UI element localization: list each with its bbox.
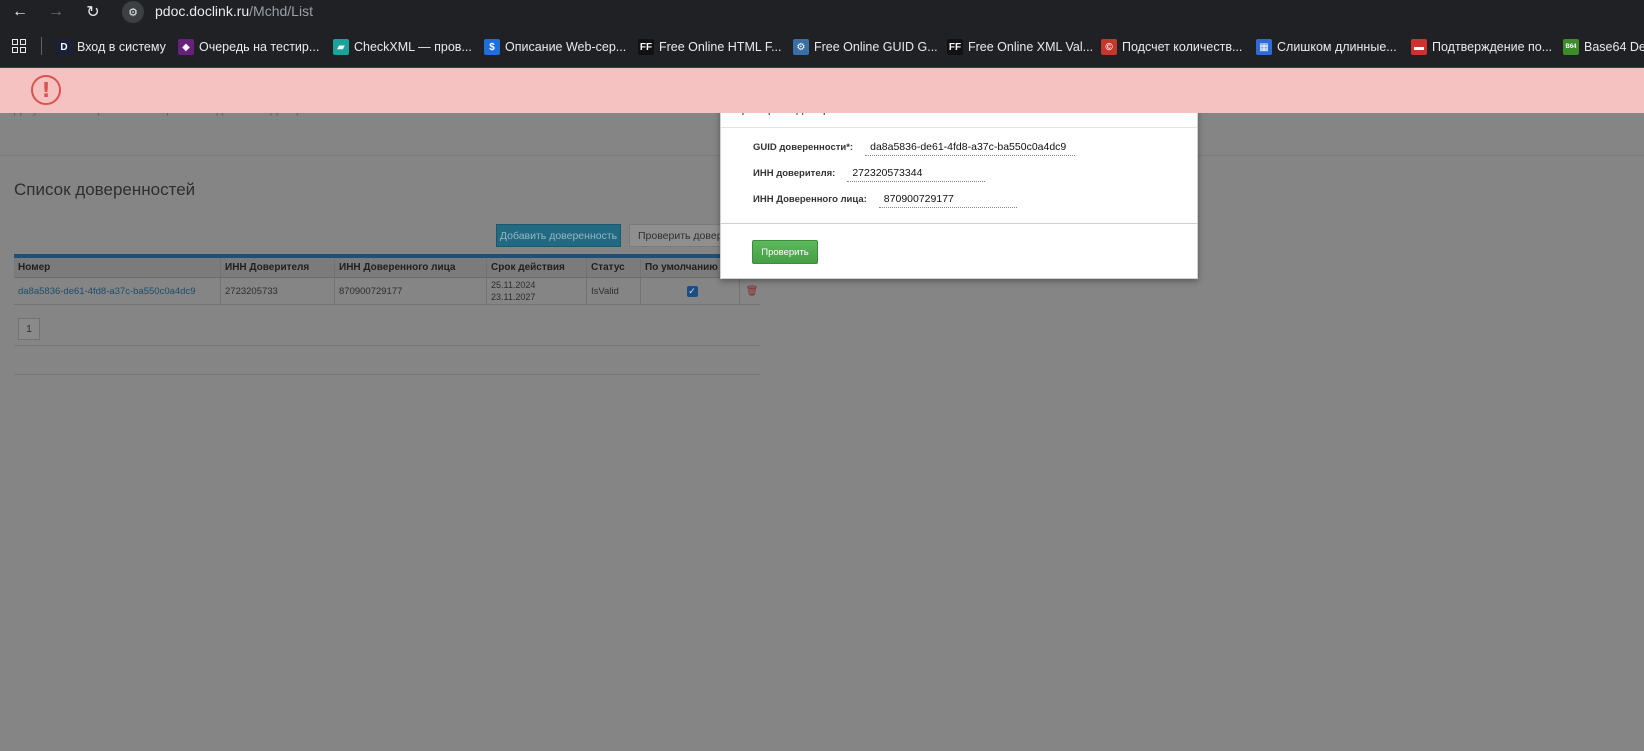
forward-arrow-icon[interactable]: → — [46, 2, 66, 22]
proxies-table: Номер ИНН Доверителя ИНН Доверенного лиц… — [14, 254, 760, 305]
bookmark-favicon-icon: © — [1101, 39, 1117, 55]
bookmark-item[interactable]: FF Free Online HTML F... — [638, 37, 782, 57]
bookmark-favicon-icon: ◆ — [178, 39, 194, 55]
cell-status: IsValid — [587, 278, 641, 304]
bookmark-label: Очередь на тестир... — [199, 40, 320, 54]
modal-header-divider — [721, 127, 1197, 128]
browser-address-bar: ← → ↻ ⚙ pdoc.doclink.ru/Mchd/List — [0, 0, 1644, 24]
divider — [14, 374, 760, 375]
table-row: da8a5836-de61-4fd8-a37c-ba550c0a4dc9 272… — [14, 278, 760, 305]
date-to: 23.11.2027 — [491, 292, 536, 302]
bookmark-favicon-icon: ⚙ — [793, 39, 809, 55]
page-title: Список доверенностей — [14, 180, 196, 199]
bookmarks-separator — [41, 37, 42, 55]
date-from: 25.11.2024 — [491, 280, 536, 290]
bookmark-item[interactable]: ▬ Подтверждение по... — [1411, 37, 1552, 57]
exclamation-circle-icon: ! — [31, 75, 61, 105]
bookmark-favicon-icon: ▬ — [1411, 39, 1427, 55]
bookmark-favicon-icon: ▦ — [1256, 39, 1272, 55]
column-header-status[interactable]: Статус — [587, 258, 641, 277]
site-settings-icon[interactable]: ⚙ — [122, 1, 144, 23]
guid-row: GUID доверенности*: — [753, 139, 1076, 156]
guid-label: GUID доверенности*: — [753, 142, 854, 153]
bookmark-label: Вход в систему — [77, 40, 166, 54]
inn-principal-label: ИНН доверителя: — [753, 168, 836, 179]
bookmark-label: Описание Web-сер... — [505, 40, 627, 54]
inn-principal-row: ИНН доверителя: — [753, 165, 986, 182]
default-checkbox[interactable]: ✓ — [686, 285, 698, 297]
column-header-validity[interactable]: Срок действия — [487, 258, 587, 277]
error-alert-banner: ! — [0, 68, 1644, 113]
cell-default: ✓ — [641, 278, 740, 304]
check-proxy-modal: Проверить доверенность GUID доверенности… — [720, 99, 1198, 279]
bookmark-favicon-icon: $ — [484, 39, 500, 55]
bookmark-item[interactable]: ⚙ Free Online GUID G... — [793, 37, 938, 57]
add-proxy-button[interactable]: Добавить доверенность — [496, 224, 621, 247]
apps-grid-icon[interactable] — [12, 39, 26, 53]
bookmark-label: Free Online GUID G... — [814, 40, 938, 54]
back-arrow-icon[interactable]: ← — [10, 2, 30, 22]
pager-page-1[interactable]: 1 — [18, 318, 40, 340]
url-field[interactable]: pdoc.doclink.ru/Mchd/List — [155, 3, 313, 19]
bookmark-item[interactable]: FF Free Online XML Val... — [947, 37, 1093, 57]
bookmark-item[interactable]: B64 Base64 Dec — [1563, 37, 1644, 57]
bookmark-item[interactable]: ▦ Слишком длинные... — [1256, 37, 1397, 57]
proxy-number-link[interactable]: da8a5836-de61-4fd8-a37c-ba550c0a4dc9 — [14, 278, 221, 304]
bookmark-favicon-icon: FF — [638, 39, 654, 55]
bookmark-favicon-icon: D — [56, 39, 72, 55]
bookmarks-bar: D Вход в систему ◆ Очередь на тестир... ▰ Che… — [0, 24, 1644, 68]
guid-input[interactable] — [865, 139, 1076, 156]
inn-trustee-row: ИНН Доверенного лица: — [753, 191, 1017, 208]
bookmark-label: Base64 Dec — [1584, 40, 1644, 54]
bookmark-label: Подсчет количеств... — [1122, 40, 1243, 54]
reload-icon[interactable]: ↻ — [83, 2, 103, 22]
bookmark-item[interactable]: ▰ CheckXML — пров... — [333, 37, 472, 57]
inn-principal-input[interactable] — [847, 165, 986, 182]
url-host: pdoc.doclink.ru — [155, 3, 250, 19]
bookmark-item[interactable]: ◆ Очередь на тестир... — [178, 37, 319, 57]
bookmark-item[interactable]: © Подсчет количеств... — [1101, 37, 1242, 57]
bookmark-favicon-icon: B64 — [1563, 39, 1579, 55]
cell-validity: 25.11.2024 23.11.2027 — [487, 278, 587, 304]
delete-trash-icon[interactable]: 🗑 — [746, 286, 759, 297]
divider — [14, 345, 760, 346]
bookmark-label: CheckXML — пров... — [354, 40, 472, 54]
bookmark-favicon-icon: ▰ — [333, 39, 349, 55]
column-header-inn-principal[interactable]: ИНН Доверителя — [221, 258, 335, 277]
cell-actions: 🗑 — [740, 278, 760, 304]
bookmark-label: Free Online HTML F... — [659, 40, 782, 54]
inn-trustee-input[interactable] — [878, 191, 1017, 208]
bookmark-label: Free Online XML Val... — [968, 40, 1094, 54]
cell-inn-trustee: 870900729177 — [335, 278, 487, 304]
verify-button[interactable]: Проверить — [752, 240, 818, 264]
modal-footer-divider — [721, 223, 1197, 224]
bookmark-item[interactable]: $ Описание Web-сер... — [484, 37, 626, 57]
bookmark-label: Подтверждение по... — [1432, 40, 1553, 54]
check-proxy-button[interactable]: Проверить доверенность — [629, 224, 724, 247]
bookmark-favicon-icon: FF — [947, 39, 963, 55]
table-header: Номер ИНН Доверителя ИНН Доверенного лиц… — [14, 258, 760, 278]
bookmark-item[interactable]: D Вход в систему — [56, 37, 166, 57]
inn-trustee-label: ИНН Доверенного лица: — [753, 194, 867, 205]
column-header-number[interactable]: Номер — [14, 258, 221, 277]
bookmark-label: Слишком длинные... — [1277, 40, 1397, 54]
column-header-inn-trustee[interactable]: ИНН Доверенного лица — [335, 258, 487, 277]
url-path: /Mchd/List — [249, 3, 313, 19]
cell-inn-principal: 2723205733 — [221, 278, 335, 304]
